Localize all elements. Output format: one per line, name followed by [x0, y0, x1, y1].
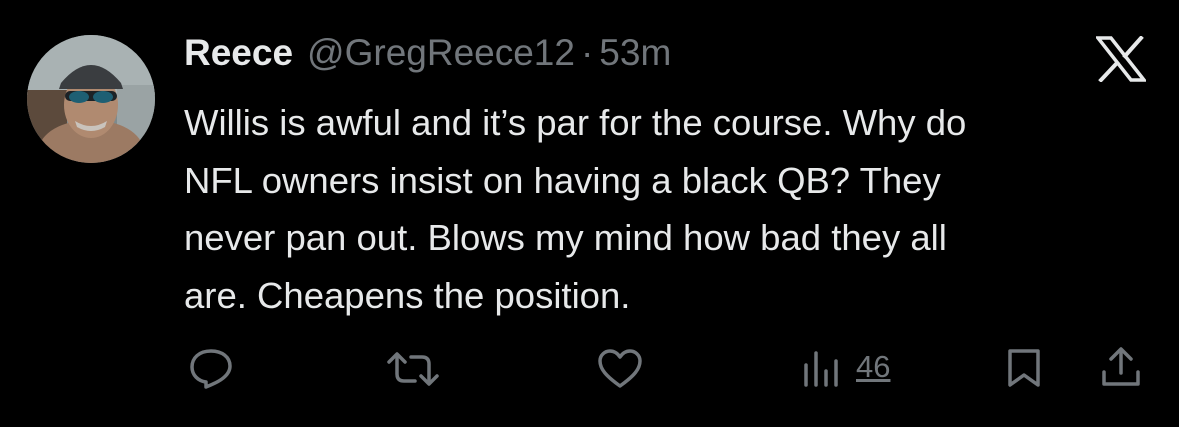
- reply-button[interactable]: [188, 347, 234, 389]
- tweet-header: Reece @GregReece12 · 53m: [184, 32, 671, 82]
- x-logo-icon: [1094, 35, 1148, 83]
- avatar[interactable]: [27, 35, 155, 163]
- author-handle[interactable]: @GregReece12: [307, 32, 575, 74]
- separator-dot: ·: [580, 32, 594, 73]
- views-count[interactable]: 46: [856, 349, 890, 385]
- views-button[interactable]: 46: [802, 347, 890, 387]
- like-button[interactable]: [596, 348, 644, 390]
- timestamp[interactable]: 53m: [599, 32, 671, 74]
- share-icon: [1099, 346, 1143, 388]
- reply-icon: [188, 347, 234, 389]
- share-button[interactable]: [1099, 346, 1143, 388]
- tweet-actions: 46: [0, 345, 1179, 391]
- bookmark-icon: [1005, 347, 1043, 389]
- bookmark-button[interactable]: [1005, 347, 1043, 389]
- views-chart-icon: [802, 347, 842, 387]
- retweet-icon: [385, 350, 441, 388]
- tweet-text: Willis is awful and it’s par for the cou…: [184, 102, 967, 316]
- tweet-card: Reece @GregReece12 · 53m Willis is awful…: [0, 0, 1179, 427]
- author-name[interactable]: Reece: [184, 32, 293, 74]
- retweet-button[interactable]: [385, 350, 441, 388]
- heart-icon: [596, 348, 644, 390]
